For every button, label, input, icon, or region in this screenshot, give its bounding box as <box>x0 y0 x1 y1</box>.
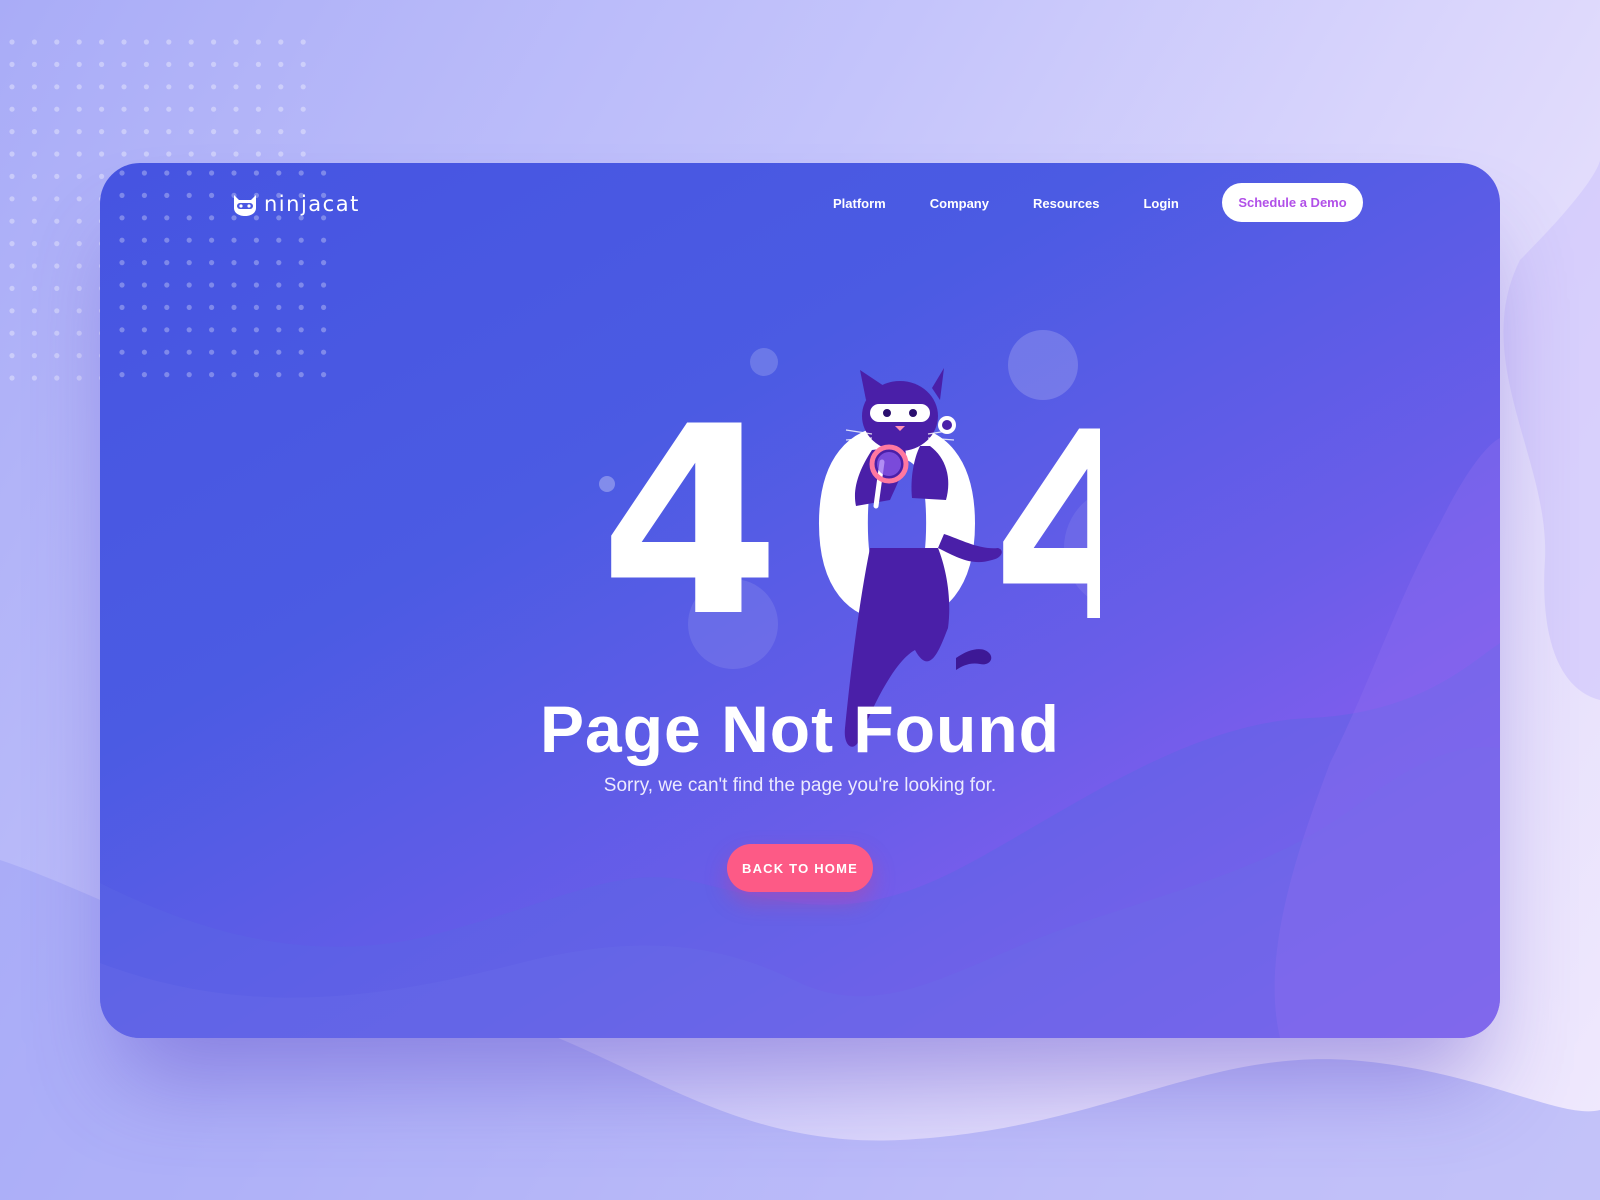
ninja-cat-logo-icon <box>234 195 256 216</box>
error-digit-left: 4 <box>600 372 781 674</box>
schedule-demo-button[interactable]: Schedule a Demo <box>1222 183 1363 222</box>
back-to-home-button[interactable]: BACK TO HOME <box>727 844 873 892</box>
page-title: Page Not Found <box>540 692 1060 766</box>
error-digit-right: 4 <box>992 378 1100 680</box>
nav-platform[interactable]: Platform <box>833 196 886 211</box>
brand-name: ninjacat <box>264 192 360 216</box>
nav-resources[interactable]: Resources <box>1033 196 1099 211</box>
page-card: ninjacat Platform Company Resources Logi… <box>100 163 1500 1038</box>
page-subtitle: Sorry, we can't find the page you're loo… <box>603 775 997 796</box>
nav-company[interactable]: Company <box>930 196 989 211</box>
main-nav: Platform Company Resources Login <box>833 183 1179 223</box>
nav-login[interactable]: Login <box>1143 196 1178 211</box>
brand-logo[interactable]: ninjacat <box>232 187 360 221</box>
